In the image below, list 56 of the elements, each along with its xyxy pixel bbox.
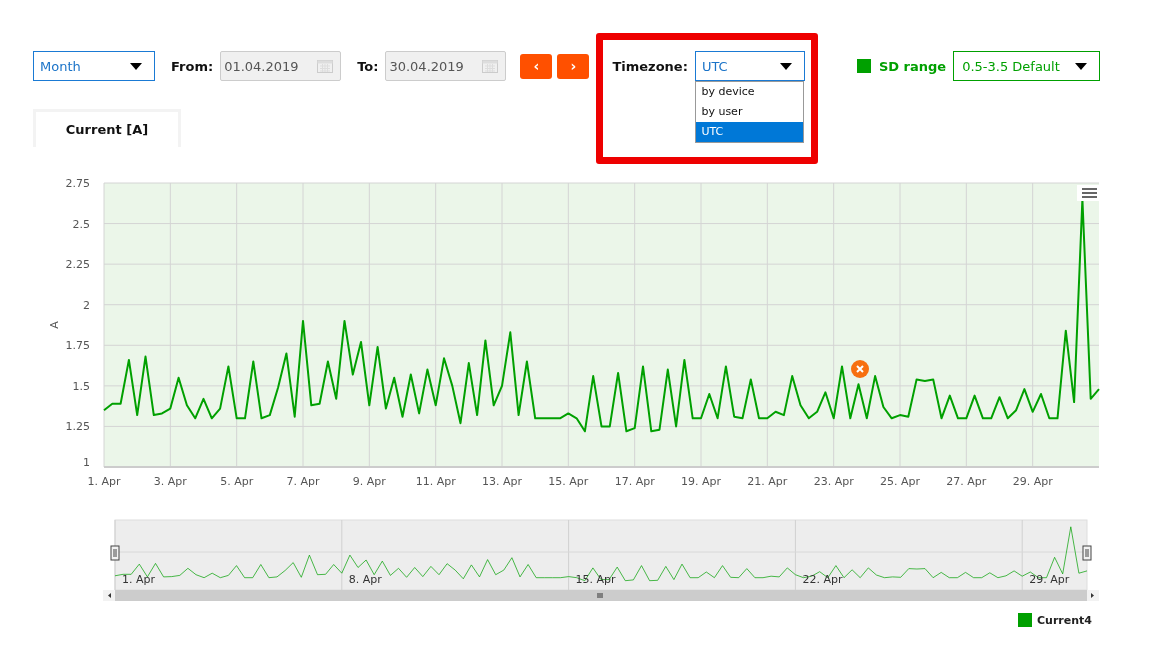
caret-icon [130, 62, 142, 70]
scroll-left-button[interactable] [103, 590, 115, 601]
x-tick-label: 19. Apr [681, 475, 721, 488]
range-handle[interactable] [1082, 545, 1092, 561]
x-tick-label: 23. Apr [813, 475, 854, 488]
to-label: To: [357, 58, 379, 74]
navigator-label: 1. Apr [122, 573, 156, 586]
x-tick-label: 3. Apr [153, 475, 187, 488]
range-handle[interactable] [110, 545, 120, 561]
timezone-select[interactable]: UTC [694, 51, 805, 81]
scroll-right-button[interactable] [1087, 590, 1099, 601]
timezone-label: Timezone: [612, 58, 688, 74]
period-select[interactable]: Month [33, 51, 155, 81]
y-tick-label: 2.75 [65, 177, 90, 190]
x-tick-label: 29. Apr [1012, 475, 1053, 488]
chart-tab[interactable]: Current [A] [33, 109, 181, 147]
dropdown-option[interactable]: by user [696, 102, 804, 122]
y-axis-title: A [48, 321, 61, 329]
y-tick-label: 1 [83, 456, 90, 469]
y-tick-label: 1.75 [65, 339, 90, 353]
navigator-label: 29. Apr [1029, 573, 1070, 586]
menu-icon[interactable] [1077, 185, 1099, 201]
legend-label[interactable]: Current4 [1037, 613, 1092, 627]
flag-marker-icon[interactable] [851, 360, 869, 378]
x-tick-label: 27. Apr [946, 475, 987, 488]
x-tick-label: 7. Apr [286, 475, 320, 488]
to-date-field[interactable]: 30.04.2019 [385, 51, 507, 81]
y-tick-label: 1.5 [72, 379, 90, 393]
navigator-label: 22. Apr [802, 573, 843, 586]
dropdown-option[interactable]: UTC [696, 122, 804, 142]
legend-square-icon [856, 59, 871, 73]
y-tick-label: 1.25 [65, 420, 90, 434]
y-tick-label: 2 [83, 298, 90, 312]
x-tick-label: 21. Apr [747, 475, 788, 488]
sd-range-label: SD range [878, 58, 947, 74]
grip-icon[interactable] [597, 592, 603, 599]
x-tick-label: 5. Apr [220, 475, 254, 488]
from-label: From: [171, 58, 214, 74]
x-tick-label: 9. Apr [352, 475, 386, 488]
scrollbar-thumb[interactable] [115, 590, 1087, 601]
x-tick-label: 15. Apr [548, 475, 589, 488]
caret-icon [779, 62, 792, 70]
x-tick-label: 17. Apr [614, 475, 655, 488]
calendar-icon [482, 59, 499, 73]
sd-range-select[interactable]: 0.5-3.5 Default [953, 51, 1101, 81]
x-tick-label: 11. Apr [415, 475, 456, 488]
caret-icon [1075, 62, 1088, 70]
dropdown-option[interactable]: by device [696, 82, 804, 102]
navigator-label: 8. Apr [348, 573, 382, 586]
x-tick-label: 13. Apr [482, 475, 522, 488]
y-tick-label: 2.5 [72, 217, 90, 231]
calendar-icon [317, 59, 334, 73]
x-tick-label: 1. Apr [87, 475, 121, 488]
y-tick-label: 2.25 [65, 258, 90, 272]
from-date-field[interactable]: 01.04.2019 [220, 51, 342, 81]
x-tick-label: 25. Apr [880, 475, 920, 488]
